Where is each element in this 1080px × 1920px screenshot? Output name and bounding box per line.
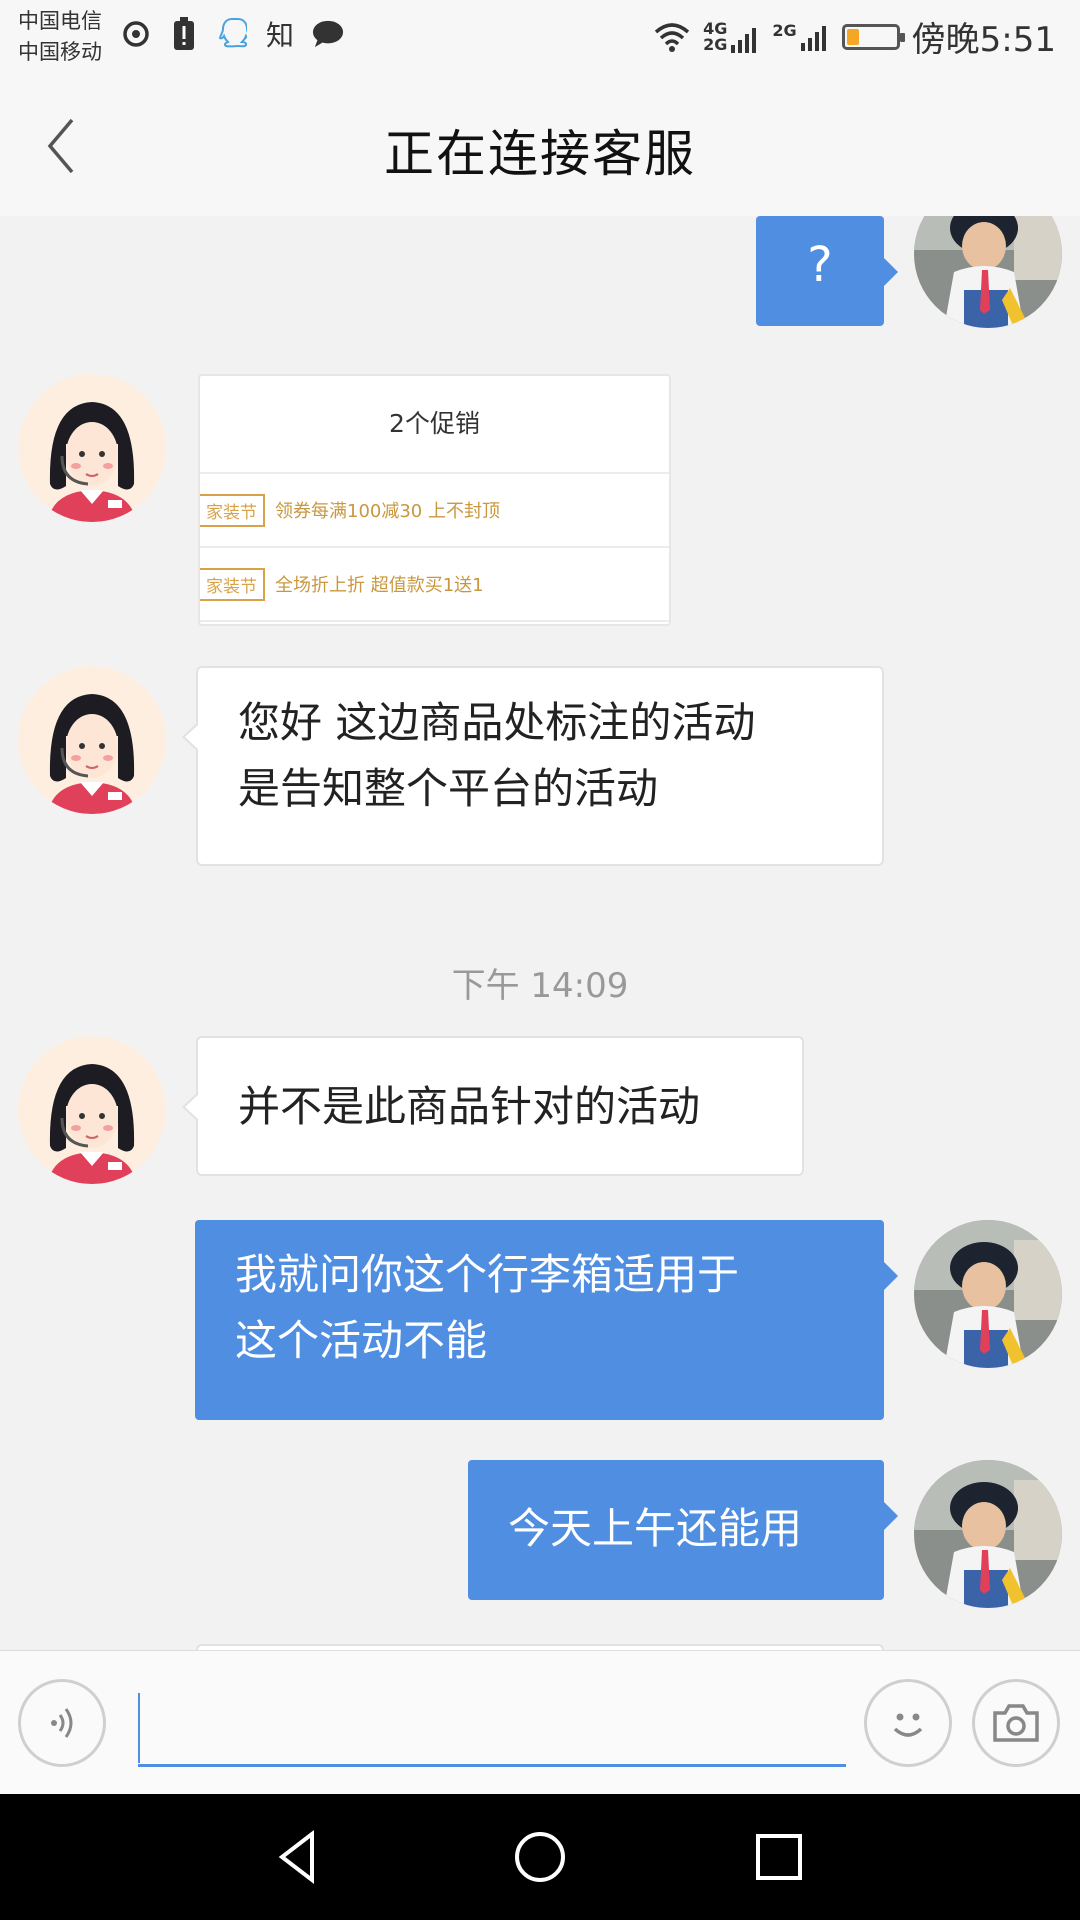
promo-tag: 家装节 xyxy=(200,493,265,527)
status-right: 4G 2G 2G 傍晚5:51 xyxy=(653,12,1056,61)
network-1: 4G 2G xyxy=(703,20,760,53)
page-title: 正在连接客服 xyxy=(384,125,696,183)
nav-home-icon[interactable] xyxy=(507,1824,573,1890)
voice-icon xyxy=(51,1708,73,1738)
network-2: 2G xyxy=(772,22,829,51)
netease-music-icon xyxy=(120,16,152,52)
battery-icon xyxy=(841,23,905,50)
smiley-icon xyxy=(893,1713,923,1737)
voice-button[interactable] xyxy=(18,1679,106,1767)
qq-icon xyxy=(216,16,248,52)
user-avatar[interactable] xyxy=(914,216,1062,328)
agent-avatar[interactable] xyxy=(18,374,166,522)
message-bubble-agent[interactable]: 您好 这边商品处标注的活动 是告知整个平台的活动 xyxy=(182,666,884,866)
carrier-2: 中国移动 xyxy=(18,40,102,64)
camera-button[interactable] xyxy=(972,1679,1060,1767)
message-bubble-user[interactable]: ? xyxy=(756,216,898,326)
message-bubble-user[interactable]: 我就问你这个行李箱适用于 这个活动不能 xyxy=(195,1220,898,1420)
message-text: 我就问你这个行李箱适用于 xyxy=(235,1250,740,1299)
status-bar: 中国电信 中国移动 知 4G 2G 2G 傍晚5:51 xyxy=(0,0,1080,76)
input-bar xyxy=(0,1650,1080,1795)
message-bubble-user[interactable]: 今天上午还能用 xyxy=(468,1460,898,1600)
message-text: 今天上午还能用 xyxy=(508,1504,803,1553)
agent-avatar[interactable] xyxy=(18,666,166,814)
carrier-1: 中国电信 xyxy=(18,9,102,33)
text-cursor xyxy=(138,1693,140,1763)
promo-text: 领券每满100减30 上不封顶 xyxy=(275,501,500,522)
user-avatar[interactable] xyxy=(914,1460,1062,1608)
message-input[interactable] xyxy=(138,1687,846,1767)
carrier-info: 中国电信 中国移动 xyxy=(18,6,102,68)
nav-recents-icon[interactable] xyxy=(746,1824,812,1890)
emoji-button[interactable] xyxy=(864,1679,952,1767)
user-avatar[interactable] xyxy=(914,1220,1062,1368)
chat-bubble-icon xyxy=(312,16,344,52)
signal-bars-icon xyxy=(800,25,826,51)
promo-text: 全场折上折 超值款买1送1 xyxy=(275,575,484,596)
signal-bars-icon xyxy=(731,27,757,53)
zhihu-icon: 知 xyxy=(265,19,294,52)
message-text: 是告知整个平台的活动 xyxy=(238,764,659,813)
message-text: 这个活动不能 xyxy=(235,1316,488,1365)
camera-icon xyxy=(993,1704,1039,1742)
promo-row: 家装节 领券每满100减30 上不封顶 xyxy=(200,474,669,548)
promo-tag: 家装节 xyxy=(200,567,265,601)
promo-image-card[interactable]: 2个促销 家装节 领券每满100减30 上不封顶 家装节 全场折上折 超值款买1… xyxy=(198,374,671,626)
chat-area[interactable]: ? 2个促销 家装节 领券每满100减30 上不封顶 家装节 全场折上折 超值款… xyxy=(0,216,1080,1650)
notification-icons: 知 xyxy=(120,16,344,52)
promo-title: 2个促销 xyxy=(200,376,669,474)
promo-row: 家装节 全场折上折 超值款买1送1 xyxy=(200,548,669,622)
system-nav-bar xyxy=(0,1794,1080,1920)
nav-back-icon[interactable] xyxy=(266,1824,332,1890)
wifi-icon xyxy=(654,22,690,52)
message-text: 您好 这边商品处标注的活动 xyxy=(238,698,756,747)
clock: 傍晚5:51 xyxy=(911,20,1056,60)
agent-avatar[interactable] xyxy=(18,1036,166,1184)
battery-alert-icon xyxy=(168,16,200,52)
message-text: ? xyxy=(807,237,833,293)
app-header: 正在连接客服 xyxy=(0,76,1080,216)
message-timestamp: 下午 14:09 xyxy=(451,966,629,1006)
message-text: 并不是此商品针对的活动 xyxy=(238,1082,701,1131)
message-bubble-agent[interactable]: 并不是此商品针对的活动 xyxy=(182,1036,804,1176)
